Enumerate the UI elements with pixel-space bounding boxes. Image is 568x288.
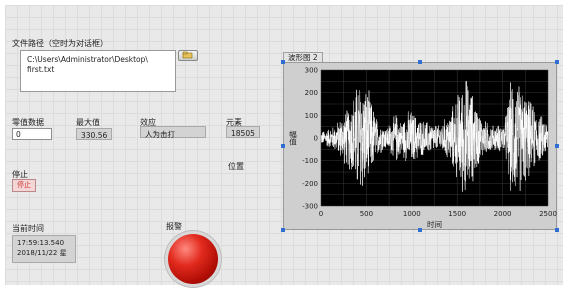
- folder-browse-icon: [182, 51, 193, 59]
- waveform-plot: 3002001000-100-200-300 0 500 1000 1500 2000 2…: [288, 67, 557, 230]
- stop-button[interactable]: 停止: [12, 179, 36, 192]
- x-tick-label: 1500: [448, 210, 466, 218]
- y-tick-label: -100: [302, 157, 318, 165]
- browse-button[interactable]: [178, 50, 198, 61]
- element-value: 18505: [231, 129, 255, 138]
- sample-value: 0: [16, 130, 21, 139]
- file-path-label: 文件路径（空时为对话框）: [12, 39, 108, 48]
- y-tick-label: 200: [305, 89, 318, 97]
- x-tick-label: 500: [360, 210, 373, 218]
- current-time-label: 当前时间: [12, 224, 44, 233]
- x-axis-label: 时间: [427, 219, 442, 229]
- max-indicator: 330.56: [76, 128, 112, 140]
- file-path-line1: C:\Users\Administrator\Desktop\: [27, 55, 148, 64]
- sample-label: 零值数据: [12, 118, 44, 127]
- effect-value: 人为击打: [145, 130, 175, 139]
- x-tick-label: 2500: [539, 210, 557, 218]
- x-tick-label: 1000: [403, 210, 421, 218]
- time-line2: 2018/11/22 星: [17, 249, 67, 257]
- x-tick-label: 0: [319, 210, 323, 218]
- max-value: 330.56: [81, 131, 108, 140]
- y-tick-label: 100: [305, 112, 318, 120]
- y-tick-label: -300: [302, 203, 318, 211]
- current-time-indicator: 17:59:13.540 2018/11/22 星: [12, 235, 76, 263]
- file-path-input[interactable]: C:\Users\Administrator\Desktop\ first.tx…: [20, 50, 176, 92]
- alarm-led: [168, 234, 218, 284]
- y-tick-label: 0: [314, 135, 318, 143]
- y-axis-ticks: 300 200 100 0 -100 -200 -300: [302, 67, 318, 211]
- y-axis-label: 幅值: [288, 129, 297, 147]
- stop-button-text: 停止: [17, 181, 31, 189]
- x-axis-ticks: 0 500 1000 1500 2000 2500: [319, 210, 557, 218]
- max-label: 最大值: [76, 118, 100, 127]
- position-label: 位置: [228, 162, 244, 171]
- x-tick-label: 2000: [494, 210, 512, 218]
- file-path-line2: first.txt: [27, 65, 55, 74]
- time-line1: 17:59:13.540: [17, 239, 65, 247]
- alarm-label: 报警: [166, 222, 182, 231]
- sample-input[interactable]: 0: [12, 128, 52, 140]
- effect-indicator: 人为击打: [140, 126, 206, 139]
- element-indicator: 18505: [226, 126, 260, 138]
- y-tick-label: -200: [302, 180, 318, 188]
- y-tick-label: 300: [305, 67, 318, 75]
